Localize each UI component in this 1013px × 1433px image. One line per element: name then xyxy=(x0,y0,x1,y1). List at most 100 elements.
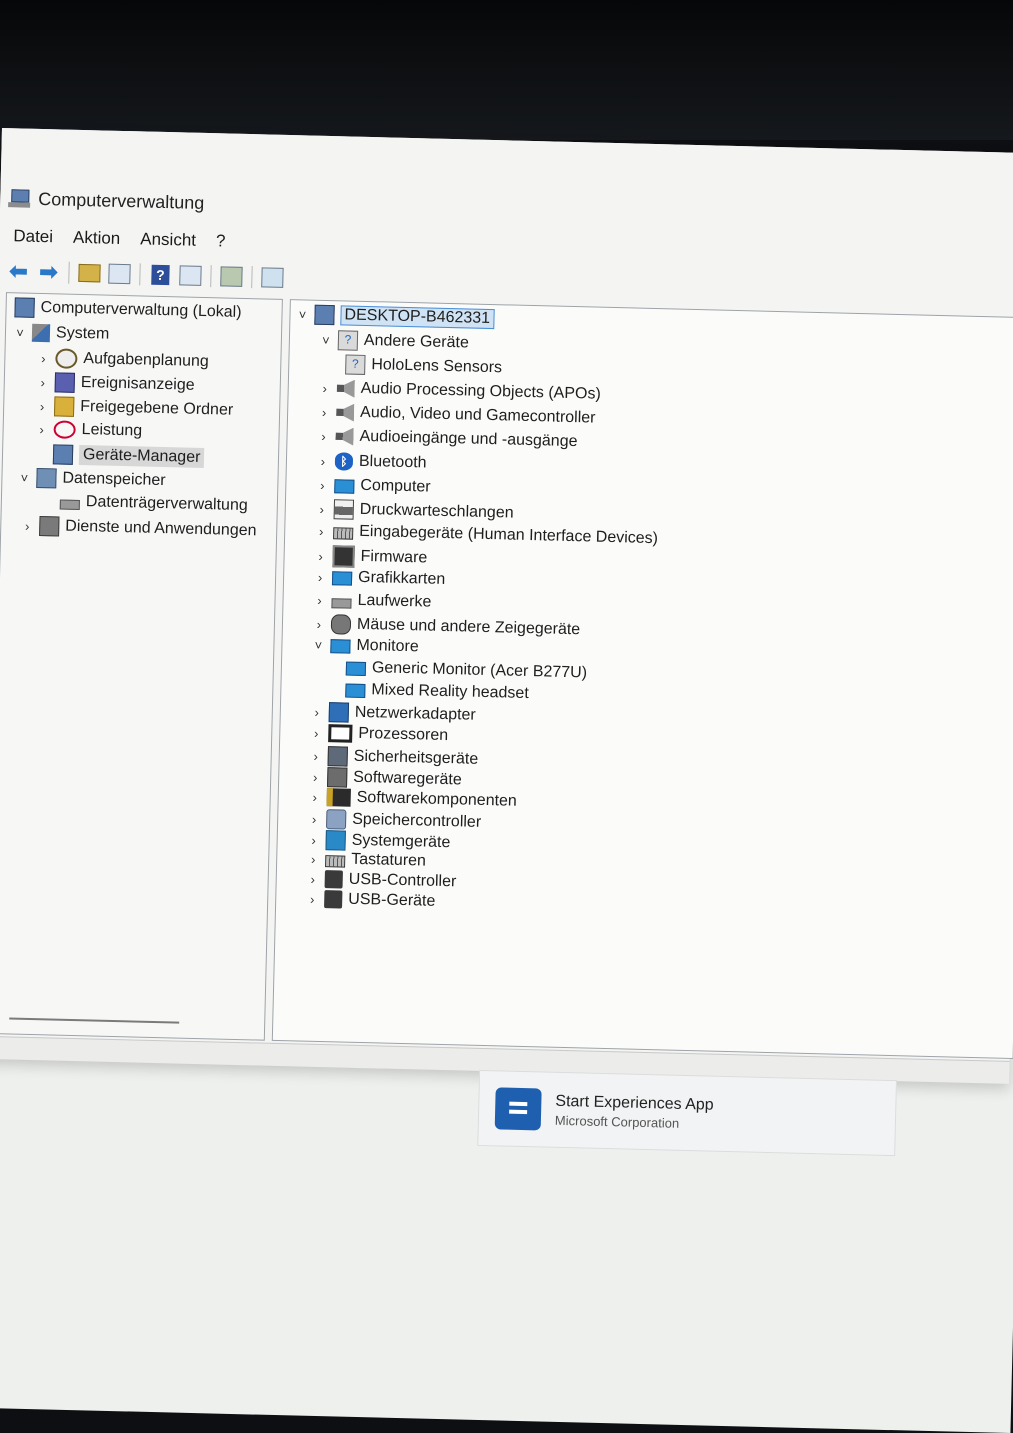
chevron-right-icon[interactable]: › xyxy=(37,374,49,390)
device-mixed-reality-headset[interactable]: Mixed Reality headset xyxy=(345,681,529,703)
device-category-softwarekomponenten[interactable]: › Softwarekomponenten xyxy=(309,788,517,811)
chevron-right-icon[interactable]: › xyxy=(314,548,326,563)
menu-ansicht[interactable]: Ansicht xyxy=(140,229,196,250)
start-experiences-notification[interactable]: Start Experiences App Microsoft Corporat… xyxy=(477,1069,898,1157)
device-label: Grafikkarten xyxy=(357,568,446,588)
chevron-right-icon[interactable]: › xyxy=(317,428,329,443)
chevron-right-icon[interactable]: › xyxy=(319,380,331,395)
chevron-down-icon[interactable]: ˅ xyxy=(312,637,324,652)
tree-item-dienste[interactable]: › Dienste und Anwendungen xyxy=(21,516,257,542)
software-component-icon xyxy=(326,788,351,807)
chevron-right-icon[interactable]: › xyxy=(313,616,325,631)
back-arrow-icon[interactable]: ⬅ xyxy=(6,258,31,284)
tree-item-geraete-manager[interactable]: Geräte-Manager xyxy=(35,444,205,469)
device-label: USB-Controller xyxy=(348,870,457,891)
menu-aktion[interactable]: Aktion xyxy=(73,228,121,249)
horizontal-scrollbar[interactable] xyxy=(9,1017,180,1024)
tree-root-label: Computerverwaltung (Lokal) xyxy=(40,298,242,321)
device-category-andere-geraete[interactable]: ˅ ? Andere Geräte xyxy=(320,330,469,354)
device-category-eingabegeraete[interactable]: › Eingabegeräte (Human Interface Devices… xyxy=(315,522,658,548)
device-category-computer[interactable]: › Computer xyxy=(316,476,431,497)
device-label: Sicherheitsgeräte xyxy=(353,747,479,768)
chevron-right-icon[interactable]: › xyxy=(309,769,321,784)
chevron-right-icon[interactable]: › xyxy=(309,789,321,804)
device-category-audio-video[interactable]: › Audio, Video und Gamecontroller xyxy=(318,403,596,428)
properties-view-icon[interactable] xyxy=(178,263,203,288)
tree-item-aufgabenplanung[interactable]: › Aufgabenplanung xyxy=(37,348,209,372)
device-category-prozessoren[interactable]: › Prozessoren xyxy=(310,724,448,745)
device-category-monitore[interactable]: ˅ Monitore xyxy=(312,636,418,657)
menu-help[interactable]: ? xyxy=(216,231,226,251)
tree-item-leistung[interactable]: › Leistung xyxy=(35,420,142,441)
chevron-right-icon[interactable]: › xyxy=(308,832,320,847)
help-icon[interactable]: ? xyxy=(148,263,173,288)
chevron-right-icon[interactable]: › xyxy=(313,592,325,607)
tree-item-label: Dienste und Anwendungen xyxy=(65,517,257,540)
scan-hardware-icon[interactable] xyxy=(260,265,285,290)
storage-controller-icon xyxy=(325,809,347,830)
chevron-down-icon[interactable]: ˅ xyxy=(320,332,332,347)
device-category-usb-controller[interactable]: › USB-Controller xyxy=(307,870,457,892)
chevron-right-icon[interactable]: › xyxy=(317,453,329,468)
device-category-audioeingaenge[interactable]: › Audioeingänge und -ausgänge xyxy=(317,427,578,451)
update-driver-icon[interactable] xyxy=(219,264,244,289)
device-category-laufwerke[interactable]: › Laufwerke xyxy=(313,591,431,612)
device-manager-icon xyxy=(52,444,74,465)
tree-root[interactable]: Computerverwaltung (Lokal) xyxy=(14,297,242,323)
system-device-icon xyxy=(325,830,346,851)
device-generic-monitor[interactable]: Generic Monitor (Acer B277U) xyxy=(345,659,588,683)
device-category-grafikkarten[interactable]: › Grafikkarten xyxy=(314,568,446,589)
tree-item-datentraegerverwaltung[interactable]: Datenträgerverwaltung xyxy=(42,492,248,515)
chevron-right-icon[interactable]: › xyxy=(37,350,49,366)
chevron-right-icon[interactable]: › xyxy=(311,704,323,719)
device-category-bluetooth[interactable]: › ᛒ Bluetooth xyxy=(317,452,427,473)
computer-icon xyxy=(314,304,335,326)
device-category-firmware[interactable]: › Firmware xyxy=(314,545,428,570)
chevron-right-icon[interactable]: › xyxy=(307,851,319,866)
show-hide-tree-icon[interactable] xyxy=(107,262,132,287)
chevron-right-icon[interactable]: › xyxy=(306,891,318,906)
computer-management-icon xyxy=(14,297,35,318)
tree-item-freigegebene-ordner[interactable]: › Freigegebene Ordner xyxy=(36,396,233,421)
navigation-tree: Computerverwaltung (Lokal) ˅ System › Au… xyxy=(0,292,283,1041)
chevron-right-icon[interactable]: › xyxy=(307,871,319,886)
chevron-down-icon[interactable]: ˅ xyxy=(296,307,308,322)
tree-item-datenspeicher[interactable]: ˅ Datenspeicher xyxy=(18,467,166,492)
chevron-right-icon[interactable]: › xyxy=(35,421,47,437)
shared-folder-icon xyxy=(53,396,75,417)
device-label: Netzwerkadapter xyxy=(354,703,476,724)
chevron-right-icon[interactable]: › xyxy=(316,501,328,516)
device-category-usb-geraete[interactable]: › USB-Geräte xyxy=(306,890,436,911)
chevron-right-icon[interactable]: › xyxy=(315,523,327,538)
chevron-down-icon[interactable]: ˅ xyxy=(14,325,26,340)
device-label: Audio Processing Objects (APOs) xyxy=(360,379,601,403)
services-icon xyxy=(39,516,60,537)
software-device-icon xyxy=(326,767,348,788)
forward-arrow-icon[interactable]: ➡ xyxy=(36,259,61,285)
network-adapter-icon xyxy=(328,702,350,723)
tree-item-system[interactable]: ˅ System xyxy=(14,323,110,343)
device-category-sicherheitsgeraete[interactable]: › Sicherheitsgeräte xyxy=(310,746,479,770)
chevron-right-icon[interactable]: › xyxy=(308,811,320,826)
menu-datei[interactable]: Datei xyxy=(13,226,53,247)
device-category-softwaregeraete[interactable]: › Softwaregeräte xyxy=(309,767,462,791)
device-category-apos[interactable]: › Audio Processing Objects (APOs) xyxy=(319,379,601,404)
unknown-device-icon: ? xyxy=(345,354,366,375)
chevron-down-icon[interactable]: ˅ xyxy=(18,470,30,485)
device-hololens-sensors[interactable]: ? HoloLens Sensors xyxy=(345,354,502,378)
chevron-right-icon[interactable]: › xyxy=(318,404,330,419)
chevron-right-icon[interactable]: › xyxy=(314,569,326,584)
device-tree-root[interactable]: ˅ DESKTOP-B462331 xyxy=(296,304,495,330)
chevron-right-icon[interactable]: › xyxy=(316,477,328,492)
device-category-speichercontroller[interactable]: › Speichercontroller xyxy=(308,809,481,833)
chevron-right-icon[interactable]: › xyxy=(21,518,33,533)
up-folder-icon[interactable] xyxy=(77,261,102,286)
chevron-right-icon[interactable]: › xyxy=(36,398,48,414)
device-category-druckwarteschlangen[interactable]: › Druckwarteschlangen xyxy=(316,499,514,524)
device-category-tastaturen[interactable]: › Tastaturen xyxy=(307,850,426,871)
chevron-right-icon[interactable]: › xyxy=(310,725,322,740)
tree-item-ereignisanzeige[interactable]: › Ereignisanzeige xyxy=(37,372,195,396)
device-label: Generic Monitor (Acer B277U) xyxy=(371,659,588,682)
chevron-right-icon[interactable]: › xyxy=(310,748,322,763)
device-category-netzwerkadapter[interactable]: › Netzwerkadapter xyxy=(311,702,476,726)
